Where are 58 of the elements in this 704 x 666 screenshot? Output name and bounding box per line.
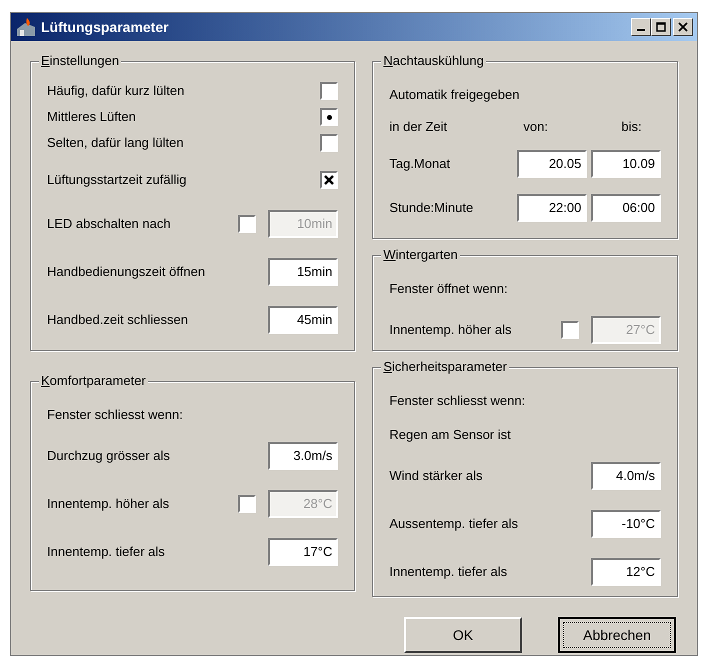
option-checkbox[interactable] [320, 134, 338, 152]
checkbox[interactable] [561, 321, 579, 339]
option-checkbox[interactable] [320, 108, 338, 126]
window-title: Lüftungsparameter [41, 18, 169, 37]
label: Häufig, dafür kurz lülten [47, 82, 184, 100]
label: Innentemp. tiefer als [389, 563, 508, 582]
column-header: von: [522, 118, 549, 136]
input-field[interactable]: 17°C [268, 538, 338, 566]
checkbox[interactable] [320, 171, 338, 189]
label: Innentemp. tiefer als [47, 543, 165, 562]
option-checkbox[interactable] [320, 82, 338, 100]
checkbox[interactable] [238, 215, 256, 233]
dialog-button[interactable]: Abbrechen [558, 617, 676, 653]
label: Automatik freigegeben [389, 86, 520, 104]
minimize-button[interactable] [631, 18, 651, 36]
label: Fenster schliesst wenn: [389, 392, 526, 410]
house-icon [15, 17, 37, 37]
label: Fenster schliesst wenn: [47, 406, 183, 424]
label: Fenster öffnet wenn: [389, 280, 508, 298]
maximize-icon [656, 22, 666, 32]
input-field[interactable]: 3.0m/s [268, 442, 338, 470]
label: LED abschalten nach [47, 215, 171, 234]
close-button[interactable] [673, 18, 693, 36]
close-icon [678, 22, 688, 32]
label: Regen am Sensor ist [389, 426, 511, 444]
group-title: Einstellungen [39, 53, 122, 69]
label: Innentemp. höher als [47, 495, 170, 514]
input-field[interactable]: 20.05 [517, 150, 588, 178]
minimize-icon [637, 29, 645, 31]
group-title: Wintergarten [381, 247, 460, 263]
group-title: Komfortparameter [39, 373, 148, 389]
input-field[interactable]: 22:00 [517, 194, 588, 222]
label: Durchzug grösser als [47, 447, 170, 466]
label: Aussentemp. tiefer als [389, 515, 518, 534]
checkbox[interactable] [238, 495, 256, 513]
input-field[interactable]: 10.09 [591, 150, 661, 178]
dialog-button[interactable]: OK [404, 617, 522, 653]
column-header: bis: [620, 118, 642, 136]
input-field[interactable]: 06:00 [591, 194, 661, 222]
input-field[interactable]: 4.0m/s [591, 462, 661, 490]
label: Tag.Monat [389, 155, 452, 174]
label: Selten, dafür lang lülten [47, 134, 184, 152]
group-title: Sicherheitsparameter [381, 359, 509, 375]
label: Handbedienungszeit öffnen [47, 263, 206, 282]
label: Lüftungsstartzeit zufällig [47, 171, 186, 190]
maximize-button[interactable] [651, 18, 671, 36]
input-field[interactable]: 15min [268, 258, 338, 286]
label: Innentemp. höher als [389, 321, 512, 340]
label: in der Zeit [389, 118, 448, 136]
input-field[interactable]: 45min [268, 306, 338, 334]
label: Wind stärker als [389, 467, 483, 486]
label: Stunde:Minute [389, 199, 474, 218]
label: Mittleres Lüften [47, 108, 136, 126]
input-field[interactable]: 12°C [591, 558, 661, 586]
group-title: Nachtauskühlung [381, 53, 486, 69]
cross-icon [324, 175, 334, 185]
label: Handbed.zeit schliessen [47, 311, 188, 330]
input-field[interactable]: -10°C [591, 510, 661, 538]
